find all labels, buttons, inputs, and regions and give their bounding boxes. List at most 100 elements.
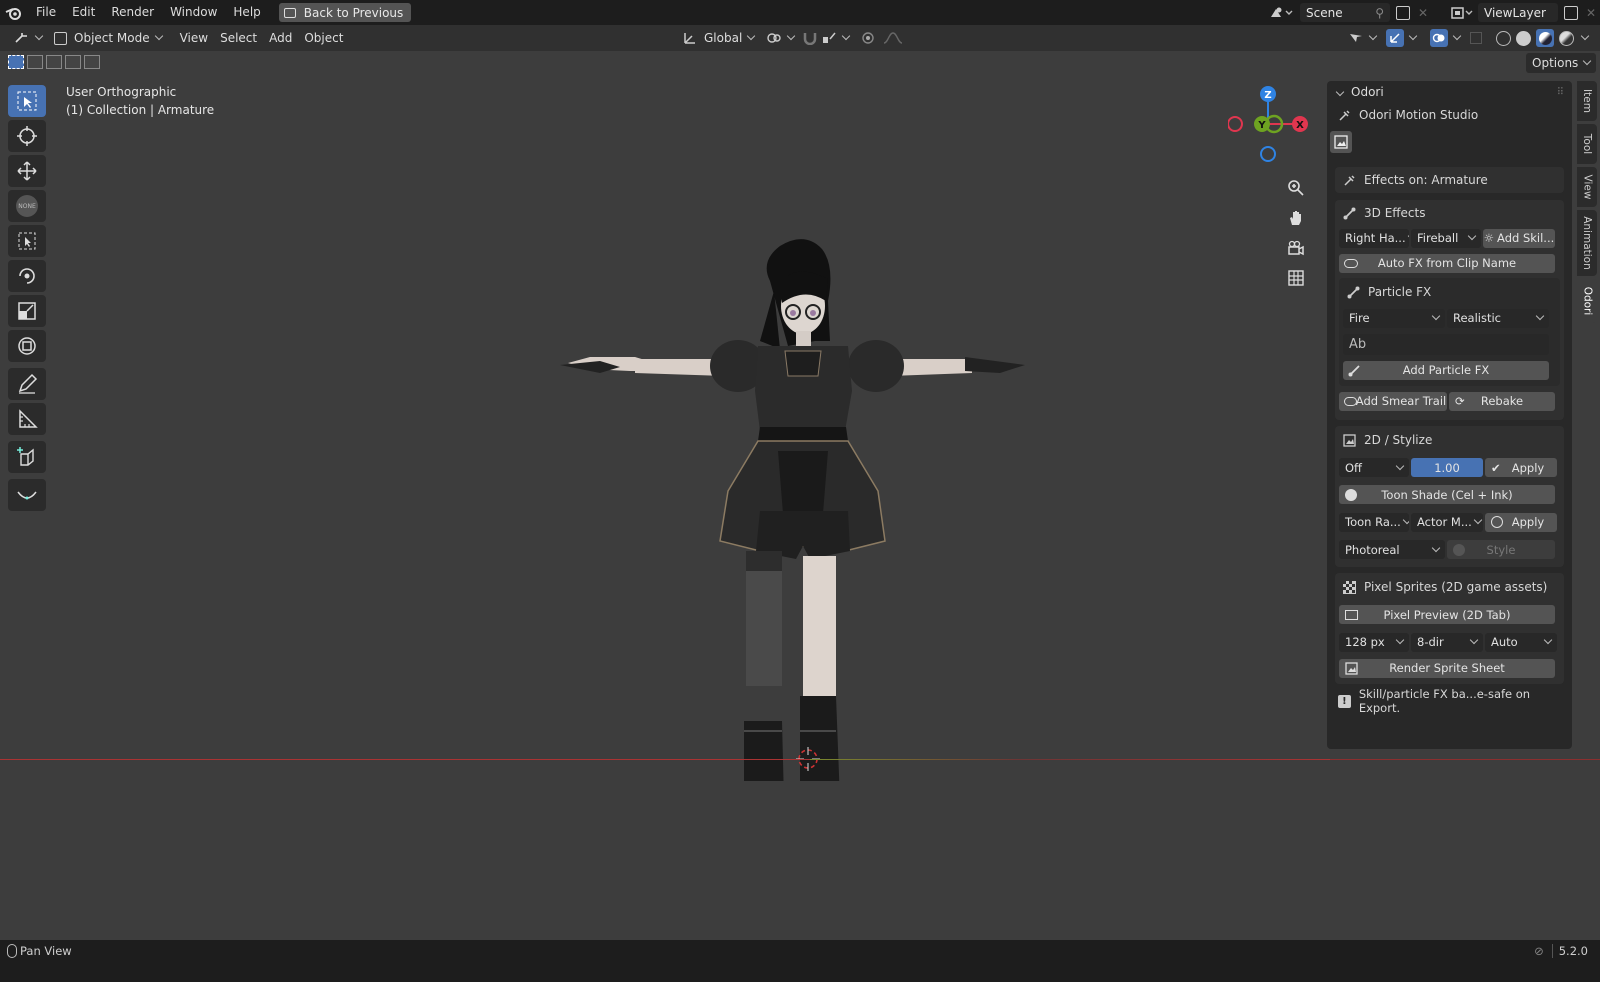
menu-view[interactable]: View [174,28,214,48]
particle-style-dropdown[interactable]: Realistic [1447,308,1549,328]
render-sprite-sheet-button[interactable]: Render Sprite Sheet [1339,658,1555,678]
new-scene-icon[interactable] [1396,5,1410,20]
camera-view-button[interactable] [1283,235,1309,261]
pivot-dropdown[interactable] [760,28,800,48]
new-view-layer-icon[interactable] [1564,5,1578,20]
sprite-auto-dropdown[interactable]: Auto [1485,632,1557,652]
add-cube-icon [17,447,34,466]
menu-edit[interactable]: Edit [64,0,103,25]
select-box-tool[interactable] [8,85,46,117]
particle-type-dropdown[interactable]: Fire [1343,308,1445,328]
select-new-icon[interactable] [8,55,24,69]
rebake-button[interactable]: ⟳ Rebake [1449,391,1555,411]
wireframe-shading-icon[interactable] [1496,30,1511,46]
menu-render[interactable]: Render [103,0,162,25]
gizmo-toggle[interactable] [1380,28,1422,48]
select-icon [18,232,36,250]
menu-add[interactable]: Add [263,28,298,48]
style-button[interactable]: Style [1447,540,1555,559]
material-shading-icon[interactable] [1536,29,1554,47]
chevron-down-icon[interactable] [1580,31,1590,41]
menu-help[interactable]: Help [225,0,268,25]
tab-odori[interactable]: Odori [1577,279,1597,323]
tab-animation[interactable]: Animation [1577,210,1597,276]
auto-fx-button[interactable]: Auto FX from Clip Name [1339,253,1555,273]
menu-window[interactable]: Window [162,0,225,25]
view-layer-field[interactable]: ViewLayer [1478,3,1558,22]
annotate-tool[interactable] [8,368,46,400]
select-intersect-icon[interactable] [84,55,100,69]
overlays-toggle[interactable] [1424,28,1466,48]
odori-panel-header[interactable]: Odori ⠿ [1327,81,1572,103]
add-skill-button[interactable]: ☼ Add Skil... [1483,228,1555,248]
measure-tool[interactable] [8,403,46,435]
options-dropdown[interactable]: Options [1526,53,1597,73]
zoom-button[interactable] [1283,175,1309,201]
scale-tool[interactable] [8,295,46,327]
delete-scene-icon[interactable]: ✕ [1418,6,1428,20]
navigation-gizmo[interactable]: Z X Y [1227,84,1312,164]
particle-name-input[interactable]: Ab [1343,333,1549,355]
scene-selector[interactable]: Scene ⚲ ✕ [1268,3,1428,22]
select-subtract-icon[interactable] [46,55,62,69]
stylize-amount-slider[interactable]: 1.00 [1411,458,1483,477]
sprite-size-dropdown[interactable]: 128 px [1339,632,1409,652]
select-extend-icon[interactable] [27,55,43,69]
proportional-edit-toggle[interactable] [854,28,910,48]
transform-tool[interactable] [8,330,46,362]
back-to-previous-button[interactable]: Back to Previous [278,3,412,22]
view-layer-selector[interactable]: ViewLayer ✕ [1450,3,1596,22]
curve-tool[interactable] [8,479,46,511]
pan-button[interactable] [1283,205,1309,231]
menu-select[interactable]: Select [214,28,263,48]
toon-ramp-dropdown[interactable]: Toon Ra... [1339,512,1409,532]
none-tool[interactable]: NONE [8,190,46,222]
stylize-mode-row: Off 1.00 ✔ Apply [1339,454,1560,481]
studio-icon-button[interactable] [1330,131,1352,153]
effect-dropdown[interactable]: Fireball [1411,228,1481,248]
visibility-dropdown[interactable] [1342,28,1382,48]
add-smear-trail-button[interactable]: Add Smear Trail [1339,391,1447,411]
stylize-mode-dropdown[interactable]: Off [1339,458,1409,477]
select-tool[interactable] [8,225,46,257]
tab-view[interactable]: View [1577,167,1597,207]
pin-icon[interactable]: ⚲ [1375,6,1384,20]
2d-stylize-header[interactable]: 2D / Stylize [1339,426,1560,454]
object-mode-dropdown[interactable]: Object Mode [48,28,168,48]
scene-name-field[interactable]: Scene ⚲ [1300,3,1390,22]
move-tool[interactable] [8,155,46,187]
tab-tool[interactable]: Tool [1577,124,1597,164]
solid-shading-icon[interactable] [1516,30,1531,46]
drag-handle-icon[interactable]: ⠿ [1557,87,1564,98]
delete-view-layer-icon[interactable]: ✕ [1586,6,1596,20]
snap-toggle[interactable] [796,28,855,48]
menu-file[interactable]: File [28,0,64,25]
rendered-shading-icon[interactable] [1559,30,1574,46]
toon-shade-button[interactable]: Toon Shade (Cel + Ink) [1339,485,1555,504]
add-particle-fx-button[interactable]: Add Particle FX [1343,360,1549,380]
3d-effects-header[interactable]: 3D Effects [1339,200,1560,226]
chevron-down-icon [1473,515,1483,525]
3d-viewport[interactable]: NONE User Orthographic (1) Collection | … [0,51,1600,940]
look-dropdown[interactable]: Photoreal [1339,540,1445,559]
editor-type-dropdown[interactable] [8,28,48,48]
select-invert-icon[interactable] [65,55,81,69]
hand-dropdown[interactable]: Right Ha... [1339,228,1409,248]
pixel-sprites-header[interactable]: Pixel Sprites (2D game assets) [1339,573,1560,601]
stylize-apply-button[interactable]: ✔ Apply [1485,458,1557,477]
armature-character-model[interactable] [560,191,1050,781]
transform-orientation-dropdown[interactable]: Global [676,28,760,48]
perspective-toggle-button[interactable] [1283,265,1309,291]
blender-logo-icon[interactable] [0,6,28,20]
rotate-tool[interactable] [8,260,46,292]
sprite-directions-dropdown[interactable]: 8-dir [1411,632,1483,652]
pixel-preview-button[interactable]: Pixel Preview (2D Tab) [1339,605,1555,624]
add-cube-tool[interactable] [8,441,46,473]
xray-toggle[interactable] [1470,32,1482,44]
cursor-tool[interactable] [8,120,46,152]
menu-object[interactable]: Object [298,28,349,48]
tab-item[interactable]: Item [1577,81,1597,121]
actor-material-dropdown[interactable]: Actor M... [1411,512,1483,532]
particle-fx-header[interactable]: Particle FX [1343,278,1556,306]
toon-apply-button[interactable]: Apply [1485,512,1557,532]
